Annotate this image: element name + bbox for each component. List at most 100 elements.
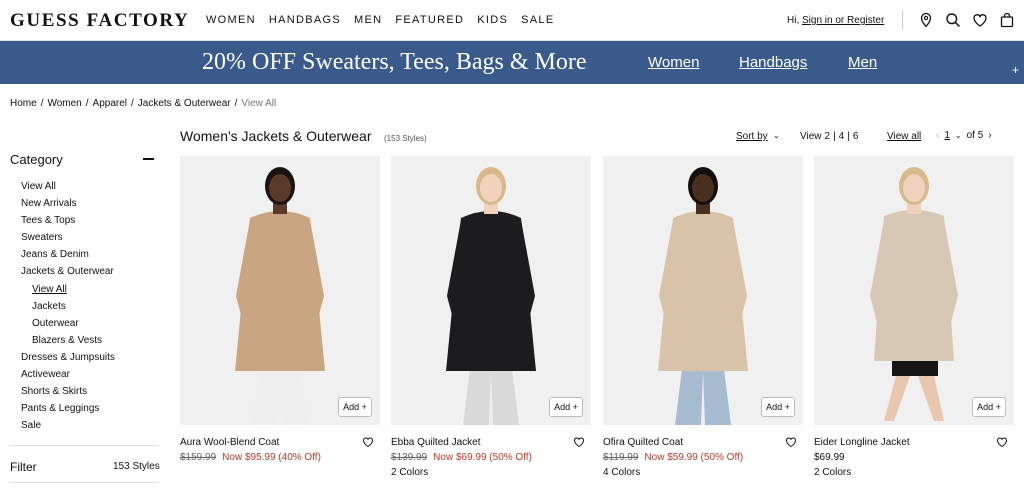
product-card[interactable]: Add + Ofira Quilted Coat $119.99 Now $59… xyxy=(603,156,803,490)
main-nav: WOMEN HANDBAGS MEN FEATURED KIDS SALE xyxy=(206,14,554,26)
view-sep: | xyxy=(833,131,836,142)
color-count[interactable]: 2 Colors xyxy=(814,467,851,478)
filter-count: 153 Styles xyxy=(113,461,160,472)
chevron-left-icon[interactable]: ‹ xyxy=(936,130,939,141)
promo-banner: 20% OFF Sweaters, Tees, Bags & More Wome… xyxy=(0,41,1024,84)
header-divider xyxy=(902,10,903,30)
nav-sale[interactable]: SALE xyxy=(521,14,554,26)
product-price: $139.99 Now $69.99 (50% Off) xyxy=(391,452,532,463)
category-jeans-denim[interactable]: Jeans & Denim xyxy=(21,246,115,263)
product-name[interactable]: Ebba Quilted Jacket xyxy=(391,437,481,448)
banner-link-women[interactable]: Women xyxy=(648,54,699,71)
color-count[interactable]: 4 Colors xyxy=(603,467,640,478)
product-image[interactable]: Add + xyxy=(391,156,591,425)
page-total: of 5 xyxy=(966,130,984,141)
banner-link-men[interactable]: Men xyxy=(848,54,877,71)
banner-expand-icon[interactable]: + xyxy=(1012,63,1019,77)
crumb-sep: / xyxy=(234,98,238,109)
chevron-down-icon[interactable]: ⌄ xyxy=(773,131,780,140)
collapse-minus-icon[interactable] xyxy=(143,158,154,160)
current-price: Now $95.99 (40% Off) xyxy=(222,452,321,463)
add-to-bag-button[interactable]: Add + xyxy=(761,397,795,417)
subcategory-blazers-vests[interactable]: Blazers & Vests xyxy=(21,332,115,349)
promo-text[interactable]: 20% OFF Sweaters, Tees, Bags & More xyxy=(202,49,587,76)
original-price: $159.99 xyxy=(180,452,217,463)
crumb-home[interactable]: Home xyxy=(10,98,37,109)
signin-link[interactable]: Sign in or Register xyxy=(802,15,884,26)
sidebar-divider xyxy=(10,445,158,446)
subcategory-jackets[interactable]: Jackets xyxy=(21,298,115,315)
location-pin-icon[interactable] xyxy=(918,12,934,28)
view-option-4[interactable]: 4 xyxy=(839,131,845,142)
original-price: $119.99 xyxy=(603,452,639,463)
product-price: $159.99 Now $95.99 (40% Off) xyxy=(180,452,321,463)
category-view-all[interactable]: View All xyxy=(21,178,115,195)
shopping-bag-icon[interactable] xyxy=(999,12,1015,28)
view-option-6[interactable]: 6 xyxy=(853,131,859,142)
filter-heading[interactable]: Filter xyxy=(10,460,37,474)
chevron-down-icon[interactable]: ⌄ xyxy=(955,131,962,140)
wishlist-heart-icon[interactable] xyxy=(996,436,1008,448)
subcategory-outerwear[interactable]: Outerwear xyxy=(21,315,115,332)
heart-icon[interactable] xyxy=(972,12,988,28)
product-name[interactable]: Eider Longline Jacket xyxy=(814,437,910,448)
add-to-bag-button[interactable]: Add + xyxy=(338,397,372,417)
product-price: $119.99 Now $59.99 (50% Off) xyxy=(603,452,743,463)
nav-women[interactable]: WOMEN xyxy=(206,14,256,26)
chevron-right-icon[interactable]: › xyxy=(988,130,991,141)
product-image[interactable]: Add + xyxy=(814,156,1014,425)
category-tees-tops[interactable]: Tees & Tops xyxy=(21,212,115,229)
category-sale[interactable]: Sale xyxy=(21,417,115,434)
subcategory-view-all[interactable]: View All xyxy=(21,281,115,298)
product-card[interactable]: Add + Aura Wool-Blend Coat $159.99 Now $… xyxy=(180,156,380,490)
breadcrumb: Home / Women / Apparel / Jackets & Outer… xyxy=(10,98,276,109)
category-jackets-outerwear[interactable]: Jackets & Outerwear xyxy=(21,263,115,280)
add-to-bag-button[interactable]: Add + xyxy=(972,397,1006,417)
crumb-jackets[interactable]: Jackets & Outerwear xyxy=(138,98,231,109)
category-new-arrivals[interactable]: New Arrivals xyxy=(21,195,115,212)
sidebar-divider xyxy=(10,482,158,483)
view-selector: View 2 | 4 | 6 xyxy=(800,131,858,142)
crumb-women[interactable]: Women xyxy=(47,98,81,109)
category-pants-leggings[interactable]: Pants & Leggings xyxy=(21,400,115,417)
sort-by-dropdown[interactable]: Sort by xyxy=(736,131,768,142)
nav-men[interactable]: MEN xyxy=(354,14,382,26)
logo[interactable]: GUESS FACTORY xyxy=(10,10,189,32)
product-card[interactable]: Add + Eider Longline Jacket $69.99 2 Col… xyxy=(814,156,1014,490)
product-image[interactable]: Add + xyxy=(180,156,380,425)
product-name[interactable]: Ofira Quilted Coat xyxy=(603,437,683,448)
category-sweaters[interactable]: Sweaters xyxy=(21,229,115,246)
view-label: View xyxy=(800,131,822,142)
add-to-bag-button[interactable]: Add + xyxy=(549,397,583,417)
search-icon[interactable] xyxy=(945,12,961,28)
view-option-2[interactable]: 2 xyxy=(825,131,831,142)
category-shorts-skirts[interactable]: Shorts & Skirts xyxy=(21,383,115,400)
banner-link-handbags[interactable]: Handbags xyxy=(739,54,807,71)
crumb-apparel[interactable]: Apparel xyxy=(93,98,127,109)
current-price: Now $59.99 (50% Off) xyxy=(644,452,744,463)
page-select[interactable]: 1 xyxy=(944,130,950,141)
product-price: $69.99 xyxy=(814,452,845,463)
product-image[interactable]: Add + xyxy=(603,156,803,425)
product-name[interactable]: Aura Wool-Blend Coat xyxy=(180,437,279,448)
category-list: View All New Arrivals Tees & Tops Sweate… xyxy=(21,178,115,434)
wishlist-heart-icon[interactable] xyxy=(362,436,374,448)
account-greeting: Hi, Sign in or Register xyxy=(787,15,884,26)
crumb-current: View All xyxy=(241,98,277,109)
wishlist-heart-icon[interactable] xyxy=(573,436,585,448)
results-count: (153 Styles) xyxy=(384,134,427,143)
category-activewear[interactable]: Activewear xyxy=(21,366,115,383)
color-count[interactable]: 2 Colors xyxy=(391,467,428,478)
view-all-link[interactable]: View all xyxy=(887,131,921,142)
wishlist-heart-icon[interactable] xyxy=(785,436,797,448)
crumb-sep: / xyxy=(40,98,44,109)
crumb-sep: / xyxy=(85,98,89,109)
nav-handbags[interactable]: HANDBAGS xyxy=(269,14,341,26)
category-dresses-jumpsuits[interactable]: Dresses & Jumpsuits xyxy=(21,349,115,366)
product-card[interactable]: Add + Ebba Quilted Jacket $139.99 Now $6… xyxy=(391,156,591,490)
current-price: $69.99 xyxy=(814,452,845,463)
category-heading[interactable]: Category xyxy=(10,152,63,167)
view-sep: | xyxy=(847,131,850,142)
nav-featured[interactable]: FEATURED xyxy=(395,14,464,26)
nav-kids[interactable]: KIDS xyxy=(477,14,508,26)
